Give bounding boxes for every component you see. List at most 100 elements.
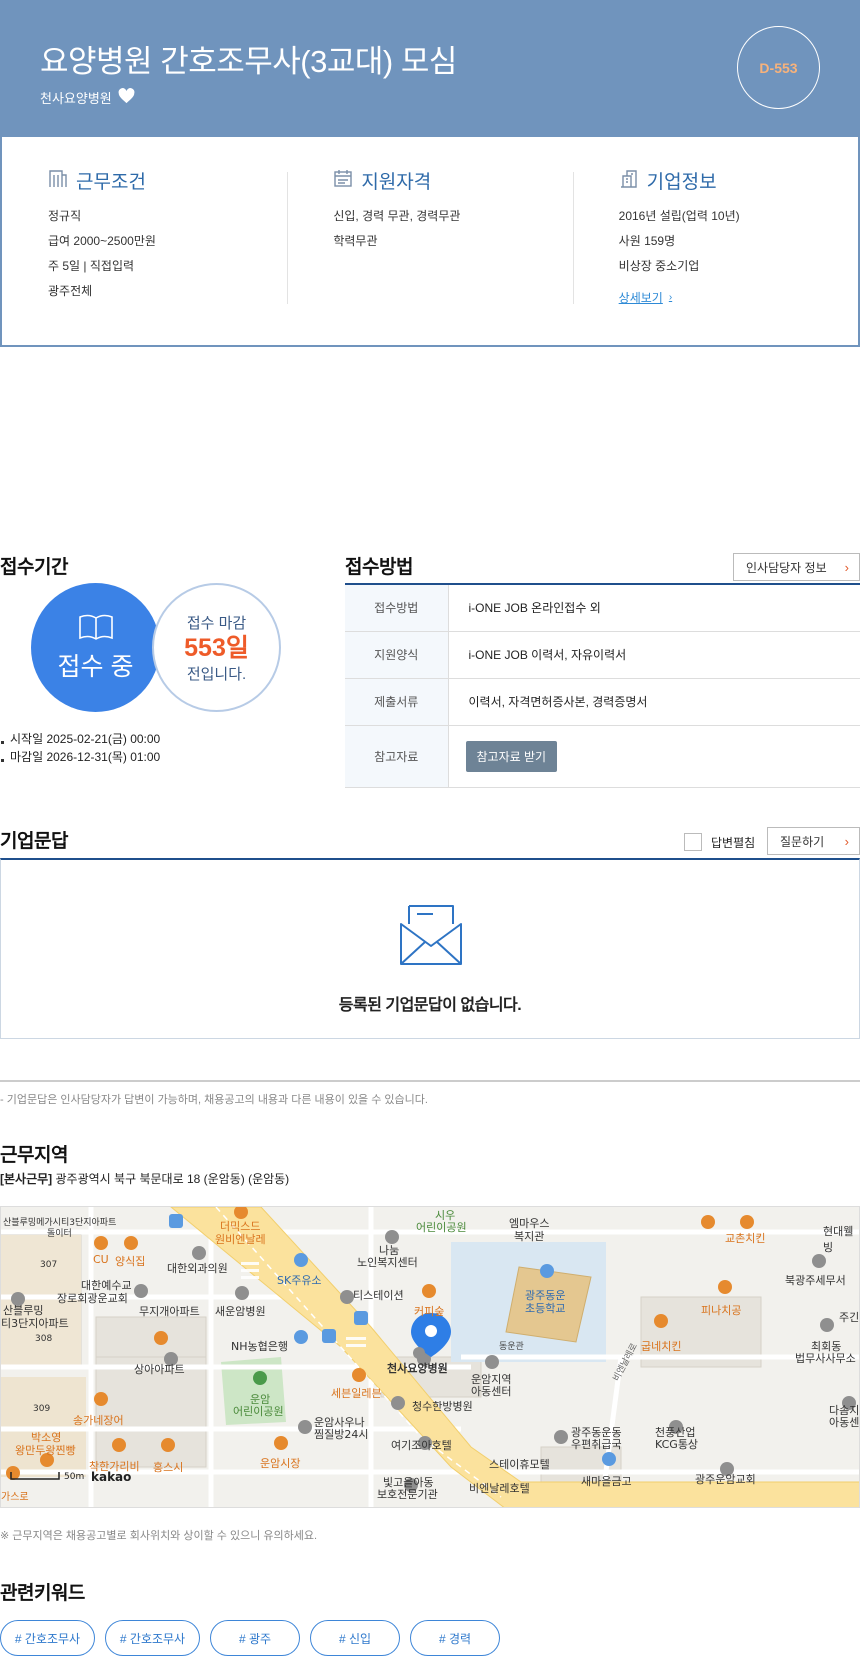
map-label: 장로회광운교회 (57, 1292, 128, 1305)
map-label: NH농협은행 (231, 1340, 288, 1353)
book-icon (78, 612, 114, 645)
company-type: 비상장 중소기업 (618, 259, 700, 273)
keyword-chip[interactable]: # 간호조무사 (0, 1620, 95, 1656)
education-requirement: 학력무관 (333, 234, 378, 248)
keywords-title: 관련키워드 (0, 1583, 85, 1604)
work-conditions: 근무조건 정규직 급여 2000~2500만원 주 5일 | 직접입력 광주전체 (2, 137, 287, 345)
download-reference-button[interactable]: 참고자료 받기 (465, 740, 558, 772)
table-row: 접수방법 i-ONE JOB 온라인접수 외 (345, 584, 860, 632)
deadline-circle: 접수 마감 553일 전입니다. (152, 583, 281, 712)
career-requirement: 신입, 경력 무관, 경력무관 (333, 209, 461, 223)
chevron-right-icon: › (844, 833, 849, 849)
map-label: 초등학교 (525, 1302, 566, 1315)
map-label: 세븐일레븐 (331, 1387, 382, 1400)
map-label: 커피숲 (414, 1305, 445, 1318)
qna-note: - 기업문답은 인사담당자가 답변이 가능하며, 채용공고의 내용과 다른 내용… (0, 1080, 860, 1107)
location-note: ※ 근무지역은 채용공고별로 회사위치와 상이할 수 있으니 유의하세요. (0, 1530, 318, 1542)
qualifications-title: 지원자격 (361, 172, 432, 193)
map-label: 308 (35, 1334, 53, 1344)
map-label: 광주운암교회 (695, 1473, 756, 1486)
salary: 급여 2000~2500만원 (48, 234, 156, 248)
map-label: 스테이휴모텔 (489, 1458, 550, 1471)
map-label: 대한외과의원 (167, 1262, 228, 1275)
qna-title: 기업문답 (0, 831, 68, 852)
map-label: 청수한방병원 (412, 1400, 473, 1413)
map-label: 동운관 (499, 1342, 524, 1352)
map-label: 307 (40, 1260, 58, 1270)
table-row: 제출서류 이력서, 자격면허증사본, 경력증명서 (345, 678, 860, 726)
chevron-right-icon: › (668, 292, 673, 303)
map-label: KCG통상 (655, 1438, 699, 1451)
map-label: 아동센터 (471, 1385, 512, 1398)
calendar-icon (333, 168, 353, 194)
method-title: 접수방법 (345, 557, 413, 578)
qna-empty-box: 등록된 기업문답이 없습니다. (0, 858, 860, 1039)
map-label: SK주유소 (277, 1274, 322, 1287)
expand-answers-label[interactable]: 답변펼침 (711, 834, 755, 851)
expand-answers-checkbox[interactable] (684, 833, 702, 851)
map-label: 어린이공원 (416, 1221, 467, 1234)
keyword-chip[interactable]: # 신입 (310, 1620, 400, 1656)
map-label: 보호전문기관 (377, 1488, 438, 1501)
map-label: 새마을금고 (581, 1475, 632, 1488)
keyword-chip[interactable]: # 경력 (410, 1620, 500, 1656)
qualifications: 지원자격 신입, 경력 무관, 경력무관 학력무관 (287, 137, 572, 345)
company-detail-label: 상세보기 (618, 291, 663, 305)
job-title: 요양병원 간호조무사(3교대) 모심 (40, 44, 457, 79)
map-label: 가스로 (1, 1492, 29, 1503)
work-conditions-title: 근무조건 (76, 172, 146, 193)
map-label: 여기조아호텔 (391, 1439, 452, 1452)
heart-icon[interactable] (118, 88, 135, 107)
job-summary-box: 근무조건 정규직 급여 2000~2500만원 주 5일 | 직접입력 광주전체… (0, 137, 860, 347)
location-map[interactable]: 산블루밍메가시티3단지아파트 돌이터 CU 양식집 더믹스드 원비엔날레 시우 … (0, 1206, 860, 1508)
map-label: 양식집 (115, 1255, 146, 1268)
work-type: 정규직 (48, 209, 82, 223)
row-label: 참고자료 (345, 725, 449, 788)
map-label: 상아아파트 (134, 1363, 185, 1376)
method-table: 접수방법 i-ONE JOB 온라인접수 외 지원양식 i-ONE JOB 이력… (345, 583, 860, 788)
job-header: 요양병원 간호조무사(3교대) 모심 천사요양병원 D-553 (0, 0, 860, 137)
company-name[interactable]: 천사요양병원 (40, 88, 112, 107)
map-label: 돌이터 (47, 1229, 72, 1239)
row-value: 이력서, 자격면허증사본, 경력증명서 (448, 678, 860, 726)
row-label: 지원양식 (345, 631, 449, 679)
hr-manager-label: 인사담당자 정보 (746, 560, 827, 575)
map-label: 티3단지아파트 (1, 1317, 69, 1330)
period-title: 접수기간 (0, 557, 68, 578)
start-date: 시작일 2025-02-21(금) 00:00 (0, 730, 160, 748)
map-label: 어린이공원 (233, 1405, 284, 1418)
map-label: 노인복지센터 (357, 1256, 418, 1269)
status-circle: 접수 중 (31, 583, 160, 712)
table-row: 참고자료 참고자료 받기 (345, 725, 860, 788)
deadline-bottom: 전입니다. (186, 665, 247, 683)
map-label: 비엔날레호텔 (469, 1482, 530, 1495)
ask-question-button[interactable]: 질문하기 › (767, 827, 860, 855)
dday-badge: D-553 (737, 26, 820, 109)
map-label: 교촌치킨 (725, 1232, 766, 1245)
map-label: 왕만두왕찐빵 (15, 1444, 76, 1457)
keyword-list: # 간호조무사 # 간호조무사 # 광주 # 신입 # 경력 (0, 1620, 500, 1656)
row-value: i-ONE JOB 이력서, 자유이력서 (448, 631, 860, 679)
hr-manager-button[interactable]: 인사담당자 정보 › (733, 553, 860, 581)
status-label: 접수 중 (57, 653, 134, 681)
keyword-chip[interactable]: # 간호조무사 (105, 1620, 200, 1656)
map-label: 아동센 (829, 1416, 860, 1429)
map-pin-label: 천사요양병원 (387, 1362, 448, 1375)
work-region: 광주전체 (48, 284, 93, 298)
location-title: 근무지역 (0, 1145, 68, 1166)
map-label: 홍스시 (153, 1461, 184, 1474)
map-label: 굽네치킨 (641, 1340, 682, 1353)
ask-question-label: 질문하기 (780, 834, 825, 849)
company-detail-link[interactable]: 상세보기 › (619, 289, 673, 306)
map-label: 우편취급국 (571, 1438, 622, 1451)
building-icon (48, 168, 68, 194)
work-address: [본사근무] 광주광역시 북구 북문대로 18 (운암동) (운암동) (0, 1170, 289, 1187)
map-label: 찜질방24시 (314, 1428, 369, 1441)
map-label: 현대웰빙 (823, 1225, 854, 1254)
map-label: CU (93, 1253, 109, 1266)
company-name-row: 천사요양병원 (40, 88, 135, 107)
employees: 사원 159명 (618, 234, 676, 248)
deadline-top: 접수 마감 (186, 614, 247, 632)
address-text: 광주광역시 북구 북문대로 18 (운암동) (운암동) (55, 1172, 290, 1186)
keyword-chip[interactable]: # 광주 (210, 1620, 300, 1656)
